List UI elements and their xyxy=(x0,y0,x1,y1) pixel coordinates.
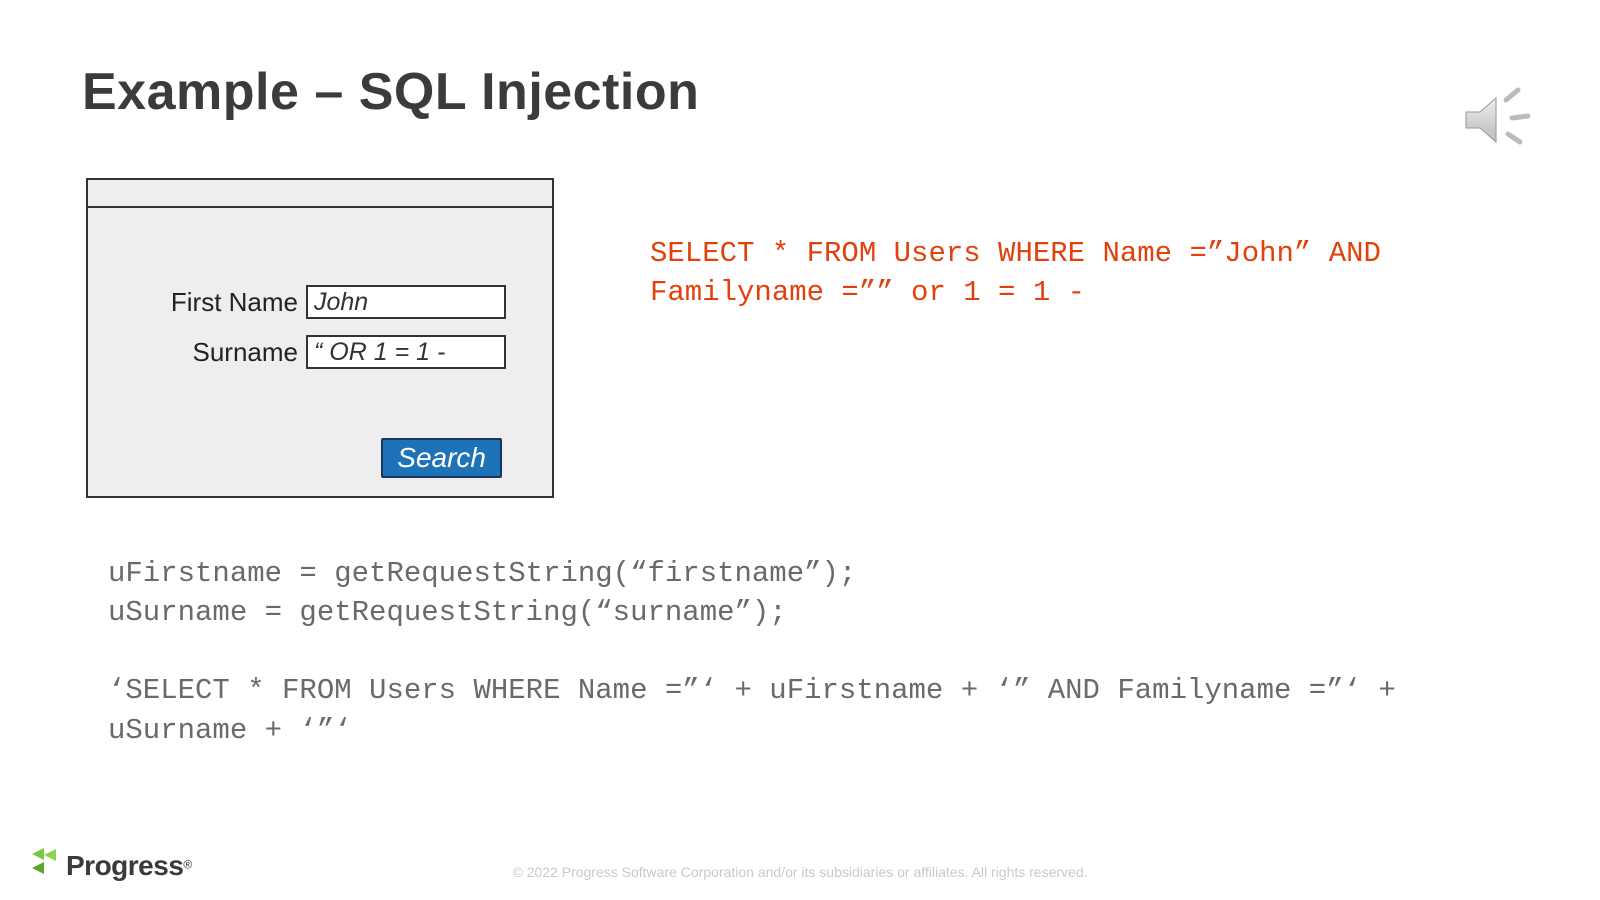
search-button-row: Search xyxy=(88,438,552,478)
form-body: First Name Surname xyxy=(88,208,552,374)
surname-label: Surname xyxy=(88,337,306,368)
copyright-footer: © 2022 Progress Software Corporation and… xyxy=(0,864,1600,880)
slide-title: Example – SQL Injection xyxy=(82,62,699,122)
search-form-panel: First Name Surname Search xyxy=(86,178,554,498)
first-name-row: First Name xyxy=(88,280,552,324)
surname-row: Surname xyxy=(88,330,552,374)
audio-icon xyxy=(1456,78,1540,167)
slide: Example – SQL Injection First Name Surna… xyxy=(0,0,1600,900)
search-button[interactable]: Search xyxy=(381,438,502,478)
resulting-query: SELECT * FROM Users WHERE Name =”John” A… xyxy=(650,234,1520,312)
first-name-label: First Name xyxy=(88,287,306,318)
surname-input[interactable] xyxy=(306,335,506,369)
first-name-input[interactable] xyxy=(306,285,506,319)
panel-titlebar xyxy=(88,180,552,208)
code-block: uFirstname = getRequestString(“firstname… xyxy=(108,554,1488,750)
